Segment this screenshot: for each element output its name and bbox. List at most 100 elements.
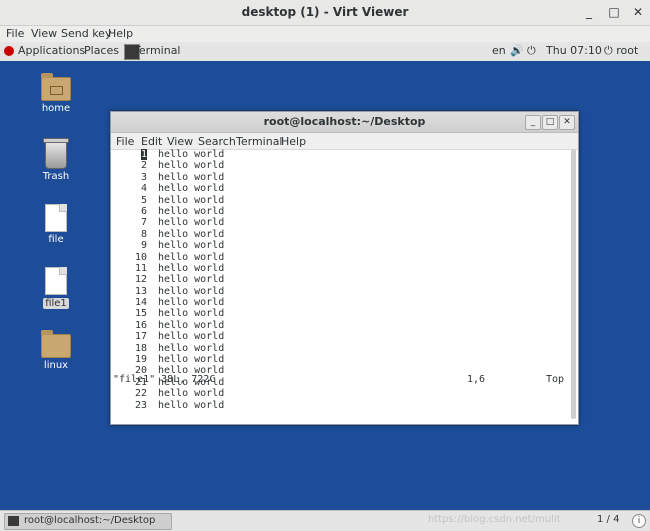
line-text: hello world — [158, 297, 225, 309]
vim-line: 14 hello world — [111, 297, 569, 308]
document-icon — [45, 204, 67, 232]
line-number: 10 — [134, 251, 147, 263]
terminal-menu-view[interactable]: View — [167, 135, 193, 148]
workspace-pager[interactable]: 1 / 4 — [597, 514, 619, 525]
viewer-maximize-button[interactable]: □ — [605, 4, 623, 20]
line-number: 15 — [134, 308, 147, 320]
line-number: 17 — [134, 331, 147, 343]
line-number: 19 — [134, 354, 147, 366]
desktop-icon-home[interactable]: home — [26, 73, 86, 114]
line-text: hello world — [158, 217, 225, 229]
desktop-icon-label: file1 — [43, 298, 69, 309]
line-text: hello world — [158, 342, 225, 354]
line-text: hello world — [158, 251, 225, 263]
line-number: 5 — [140, 194, 147, 206]
network-icon[interactable]: ⏻ — [527, 44, 536, 58]
line-text: hello world — [158, 331, 225, 343]
line-text: hello world — [158, 388, 225, 400]
desktop-icon-file1[interactable]: file1 — [26, 267, 86, 309]
terminal-menu-file[interactable]: File — [116, 135, 134, 148]
terminal-menu-edit[interactable]: Edit — [141, 135, 162, 148]
desktop-icon-file[interactable]: file — [26, 204, 86, 245]
terminal-menu-search[interactable]: Search — [198, 135, 236, 148]
line-text: hello world — [158, 228, 225, 240]
terminal-menu-help[interactable]: Help — [281, 135, 306, 148]
line-text: hello world — [158, 160, 225, 172]
places-menu[interactable]: Places — [84, 44, 119, 57]
viewer-minimize-button[interactable]: _ — [580, 4, 598, 20]
terminal-maximize-button[interactable]: □ — [542, 115, 558, 130]
viewer-title: desktop (1) - Virt Viewer — [241, 5, 409, 19]
terminal-icon — [8, 516, 19, 526]
terminal-scrollbar[interactable] — [571, 149, 576, 419]
home-folder-icon — [41, 73, 71, 101]
line-number: 1 — [111, 149, 147, 160]
viewer-close-button[interactable]: ✕ — [629, 4, 647, 20]
terminal-title: root@localhost:~/Desktop — [263, 115, 426, 128]
vim-line: 2 hello world — [111, 160, 569, 171]
volume-icon[interactable]: 🔊 — [510, 44, 524, 57]
terminal-titlebar[interactable]: root@localhost:~/Desktop _ □ ✕ — [111, 112, 578, 133]
line-number: 7 — [140, 217, 147, 229]
viewer-menubar: File View Send key Help — [0, 26, 650, 42]
line-number: 6 — [140, 205, 147, 217]
line-text: hello world — [158, 183, 225, 195]
line-number: 13 — [134, 285, 147, 297]
vim-line: 12 hello world — [111, 274, 569, 285]
vim-line: 3 hello world — [111, 172, 569, 183]
vim-status-line: "file1" 38L, 722C 1,6 Top — [113, 374, 567, 386]
terminal-window[interactable]: root@localhost:~/Desktop _ □ ✕ File Edit… — [110, 111, 579, 425]
clock[interactable]: Thu 07:10 — [546, 44, 602, 57]
trash-icon — [43, 138, 69, 169]
line-number: 9 — [140, 240, 147, 252]
panel-task-terminal[interactable]: Terminal — [134, 44, 181, 57]
vim-line: 6 hello world — [111, 206, 569, 217]
desktop-icon-linux[interactable]: linux — [26, 330, 86, 371]
line-text: hello world — [158, 240, 225, 252]
line-text: hello world — [158, 399, 225, 411]
viewer-menu-send-key[interactable]: Send key — [61, 27, 111, 40]
line-number: 22 — [134, 388, 147, 400]
taskbar-task-label: root@localhost:~/Desktop — [24, 515, 156, 526]
vim-line: 5 hello world — [111, 195, 569, 206]
vim-line: 13 hello world — [111, 286, 569, 297]
bottom-taskbar: root@localhost:~/Desktop https://blog.cs… — [0, 510, 650, 531]
applications-menu[interactable]: Applications — [18, 44, 85, 57]
viewer-menu-file[interactable]: File — [6, 27, 24, 40]
desktop-icon-label: file — [48, 234, 64, 245]
info-icon[interactable]: i — [632, 514, 646, 528]
vim-line: 9 hello world — [111, 240, 569, 251]
line-text: hello world — [158, 285, 225, 297]
terminal-menubar: File Edit View Search Terminal Help — [111, 133, 578, 150]
status-scroll-position: Top — [546, 374, 565, 385]
line-number: 11 — [134, 262, 147, 274]
vim-line: 19 hello world — [111, 354, 569, 365]
line-text: hello world — [158, 274, 225, 286]
viewer-menu-help[interactable]: Help — [108, 27, 133, 40]
viewer-titlebar: desktop (1) - Virt Viewer _ □ ✕ — [0, 0, 650, 26]
language-indicator[interactable]: en — [492, 44, 506, 57]
line-number: 16 — [134, 319, 147, 331]
user-menu[interactable]: ⏻ root — [604, 44, 638, 58]
vim-line: 23 hello world — [111, 400, 569, 411]
line-text: hello world — [158, 149, 225, 160]
taskbar-terminal-button[interactable]: root@localhost:~/Desktop — [4, 513, 172, 530]
terminal-menu-terminal[interactable]: Terminal — [236, 135, 283, 148]
document-icon — [45, 267, 67, 295]
line-number: 14 — [134, 297, 147, 309]
line-number: 4 — [140, 183, 147, 195]
gnome-top-panel: Applications Places Terminal en 🔊 ⏻ Thu … — [0, 42, 650, 62]
desktop-icon-trash[interactable]: Trash — [26, 138, 86, 182]
line-number: 23 — [134, 399, 147, 411]
vim-line: 10 hello world — [111, 252, 569, 263]
viewer-menu-view[interactable]: View — [31, 27, 57, 40]
line-number: 12 — [134, 274, 147, 286]
line-text: hello world — [158, 194, 225, 206]
user-name: root — [616, 44, 639, 57]
vim-line: 8 hello world — [111, 229, 569, 240]
desktop-icon-label: Trash — [42, 171, 70, 182]
redhat-icon — [4, 46, 14, 56]
terminal-close-button[interactable]: ✕ — [559, 115, 575, 130]
status-file-info: "file1" 38L, 722C — [113, 374, 216, 385]
terminal-minimize-button[interactable]: _ — [525, 115, 541, 130]
